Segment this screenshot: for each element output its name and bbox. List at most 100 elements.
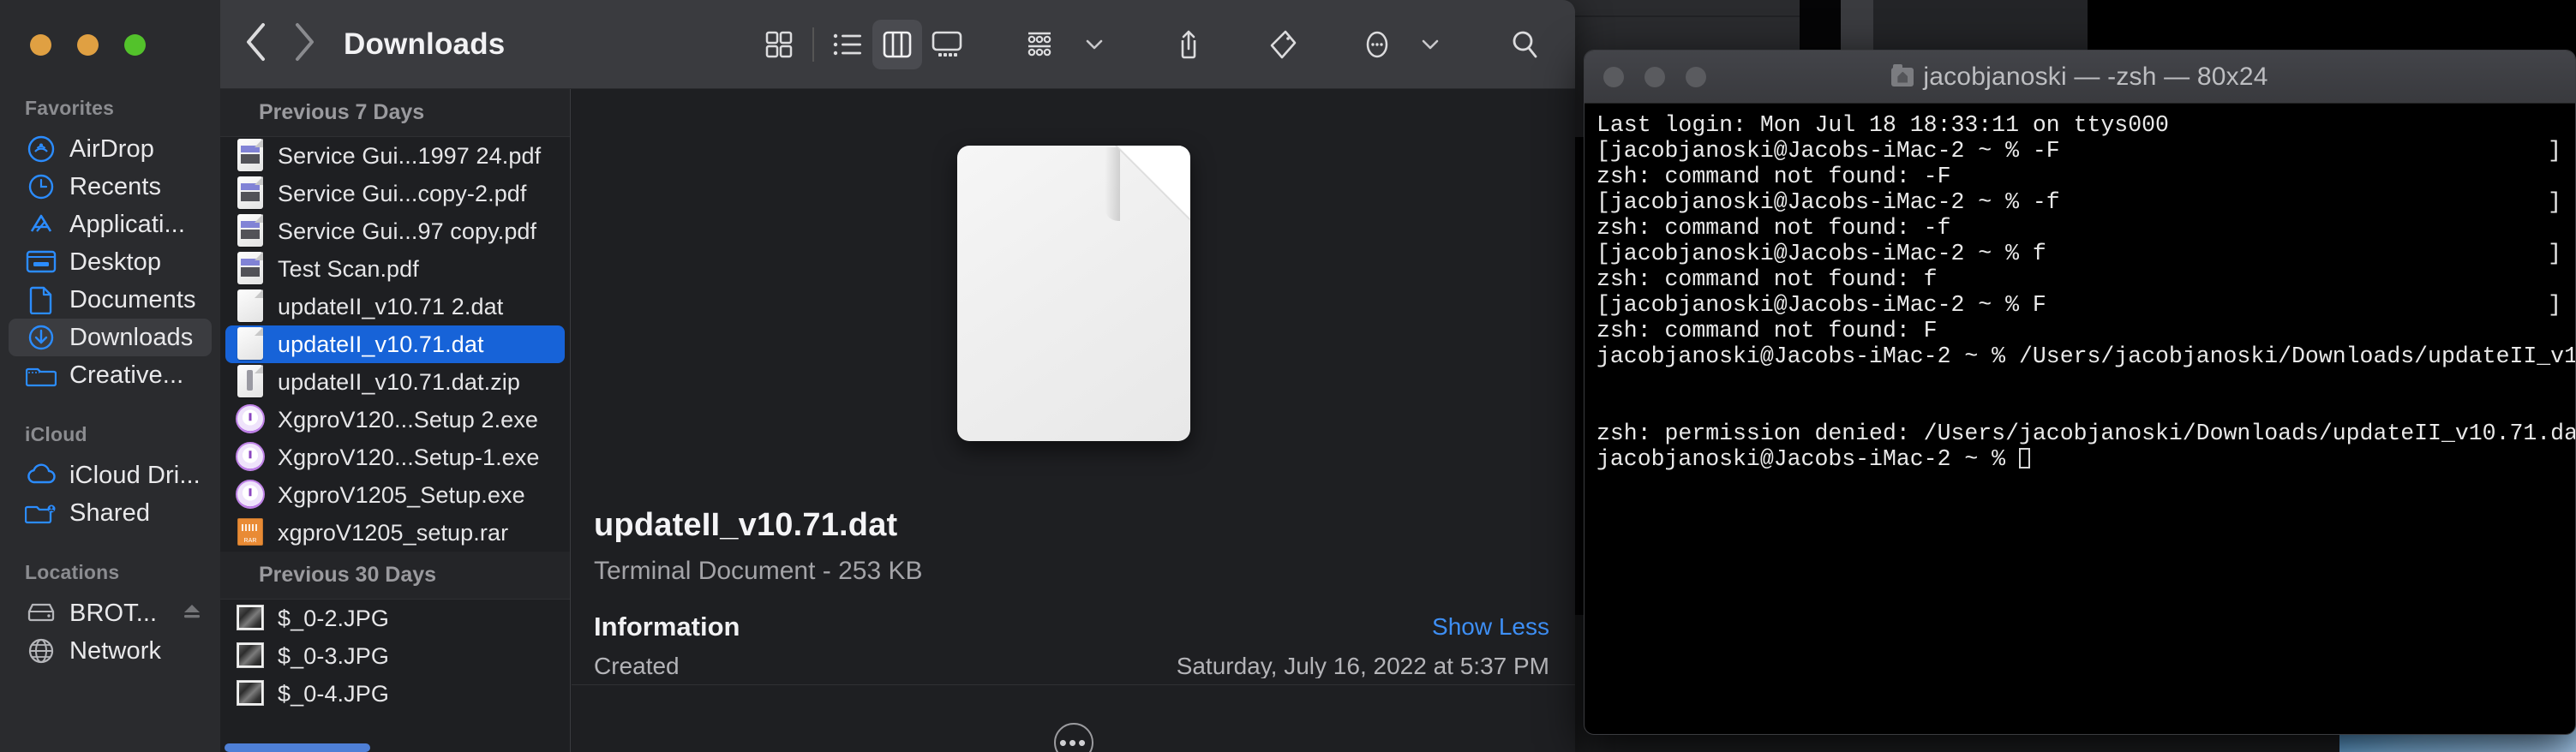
file-name: $_0-2.JPG (278, 605, 389, 631)
sidebar-item-icloud-dri[interactable]: iCloud Dri... (9, 457, 212, 494)
back-button[interactable] (244, 22, 267, 66)
drive-icon (25, 599, 57, 628)
icon-view-button[interactable] (754, 20, 804, 69)
file-icon (235, 365, 266, 399)
sidebar-section-header: iCloud (25, 423, 87, 445)
file-row[interactable]: Service Gui...97 copy.pdf (225, 212, 565, 250)
terminal-cursor (2018, 448, 2030, 469)
file-icon (235, 677, 266, 711)
share-button[interactable] (1164, 20, 1213, 69)
file-icon (235, 639, 266, 673)
terminal-traffic-lights[interactable] (1603, 66, 1706, 87)
sidebar-item-label: iCloud Dri... (69, 461, 201, 489)
window-traffic-lights[interactable] (30, 34, 146, 56)
sidebar-item-label: Desktop (69, 248, 162, 276)
list-view-button[interactable] (823, 20, 872, 69)
file-row[interactable]: Service Gui...copy-2.pdf (225, 175, 565, 212)
file-row[interactable]: XgproV1205_Setup.exe (225, 476, 565, 514)
preview-icon-wrap (572, 113, 1575, 473)
sidebar-item-airdrop[interactable]: AirDrop (9, 130, 212, 168)
nav-buttons[interactable] (244, 22, 316, 66)
terminal-maximize-button[interactable] (1686, 66, 1706, 87)
forward-button[interactable] (294, 22, 316, 66)
toolbar-divider (812, 27, 814, 62)
jpg-file-icon (237, 642, 264, 668)
exe-file-icon (236, 404, 265, 433)
preview-created-value: Saturday, July 16, 2022 at 5:37 PM (1176, 654, 1549, 678)
sidebar-item-creative[interactable]: Creative... (9, 356, 212, 394)
globe-icon (25, 636, 57, 665)
file-row[interactable]: $_0-2.JPG (225, 600, 565, 637)
file-row[interactable]: XgproV120...Setup-1.exe (225, 439, 565, 476)
applications-icon (25, 210, 57, 239)
file-row[interactable]: $_0-4.JPG (225, 675, 565, 713)
search-icon[interactable] (1500, 20, 1549, 69)
sidebar-item-applicati[interactable]: Applicati... (9, 206, 212, 243)
file-row[interactable]: Test Scan.pdf (225, 250, 565, 288)
document-icon (956, 145, 1190, 441)
close-button[interactable] (30, 34, 51, 56)
terminal-output[interactable]: Last login: Mon Jul 18 18:33:11 on ttys0… (1585, 104, 2575, 480)
sidebar-item-downloads[interactable]: Downloads (9, 319, 212, 356)
sidebar-item-shared[interactable]: Shared (9, 494, 212, 532)
terminal-line: [jacobjanoski@Jacobs-iMac-2 ~ % -f] (1597, 189, 2561, 215)
show-less-button[interactable]: Show Less (1432, 613, 1549, 641)
file-row[interactable]: RAR xgproV1205_setup.rar (225, 514, 565, 552)
scrollbar-thumb[interactable] (225, 743, 370, 752)
file-row[interactable]: XgproV120...Setup 2.exe (225, 401, 565, 439)
more-button[interactable]: ••• More... (572, 723, 1575, 752)
terminal-minimize-button[interactable] (1644, 66, 1665, 87)
file-row[interactable]: Service Gui...1997 24.pdf (225, 137, 565, 175)
sidebar-item-label: Documents (69, 285, 196, 313)
terminal-close-button[interactable] (1603, 66, 1624, 87)
file-row[interactable]: updateII_v10.71.dat (225, 325, 565, 363)
sidebar-item-brot[interactable]: BROT... (9, 594, 212, 632)
document-fold-shadow (1104, 146, 1120, 221)
tags-button[interactable] (1258, 20, 1308, 69)
sidebar-item-label: BROT... (69, 599, 158, 627)
shared-folder-icon (25, 498, 57, 528)
sidebar-item-desktop[interactable]: Desktop (9, 243, 212, 281)
file-row[interactable]: $_0-3.JPG (225, 637, 565, 675)
terminal-prompt-line[interactable]: jacobjanoski@Jacobs-iMac-2 ~ % (1597, 446, 2563, 472)
downloads-icon (25, 323, 57, 352)
eject-icon[interactable] (181, 600, 203, 628)
file-icon (235, 289, 266, 324)
pdf-file-icon (237, 252, 263, 284)
file-name: XgproV120...Setup-1.exe (278, 444, 540, 470)
exe-file-icon (236, 442, 265, 471)
group-by-chevron-down-icon[interactable] (1069, 20, 1119, 69)
file-icon (235, 327, 266, 361)
column-view-button[interactable] (872, 19, 922, 69)
sidebar-item-label: Shared (69, 498, 151, 527)
terminal-line: [jacobjanoski@Jacobs-iMac-2 ~ % -F] (1597, 138, 2561, 164)
sidebar-item-recents[interactable]: Recents (9, 168, 212, 206)
preview-file-meta: Terminal Document - 253 KB (594, 557, 923, 585)
gallery-view-button[interactable] (922, 20, 972, 69)
file-icon (235, 252, 266, 286)
page-title: Downloads (344, 27, 506, 61)
cloud-icon (25, 461, 57, 490)
file-name: XgproV1205_Setup.exe (278, 481, 525, 508)
sidebar-item-network[interactable]: Network (9, 632, 212, 670)
preview-file-name: updateII_v10.71.dat (594, 507, 898, 543)
finder-toolbar: Downloads (220, 0, 1575, 89)
horizontal-scrollbar[interactable] (225, 743, 507, 752)
file-row[interactable]: updateII_v10.71 2.dat (225, 288, 565, 325)
file-row[interactable]: updateII_v10.71.dat.zip (225, 363, 565, 401)
toolbar-actions (754, 19, 1575, 69)
maximize-button[interactable] (124, 34, 146, 56)
file-icon (235, 139, 266, 173)
group-by-button[interactable] (1016, 20, 1066, 69)
sidebar-item-documents[interactable]: Documents (9, 281, 212, 319)
terminal-line: zsh: command not found: f (1597, 266, 1938, 292)
terminal-title-text-wrap: jacobjanoski — -zsh — 80x24 (1585, 63, 2575, 92)
more-actions-chevron-down-icon[interactable] (1405, 20, 1455, 69)
more-actions-button[interactable] (1352, 20, 1402, 69)
file-list-column[interactable]: Previous 7 Days Service Gui...1997 24.pdf… (220, 89, 571, 752)
preview-information-label: Information (594, 612, 740, 642)
terminal-title-bar[interactable]: jacobjanoski — -zsh — 80x24 (1585, 51, 2575, 104)
minimize-button[interactable] (77, 34, 99, 56)
finder-window: Favorites AirDrop Recents Applicati... Deskt… (0, 0, 1575, 752)
